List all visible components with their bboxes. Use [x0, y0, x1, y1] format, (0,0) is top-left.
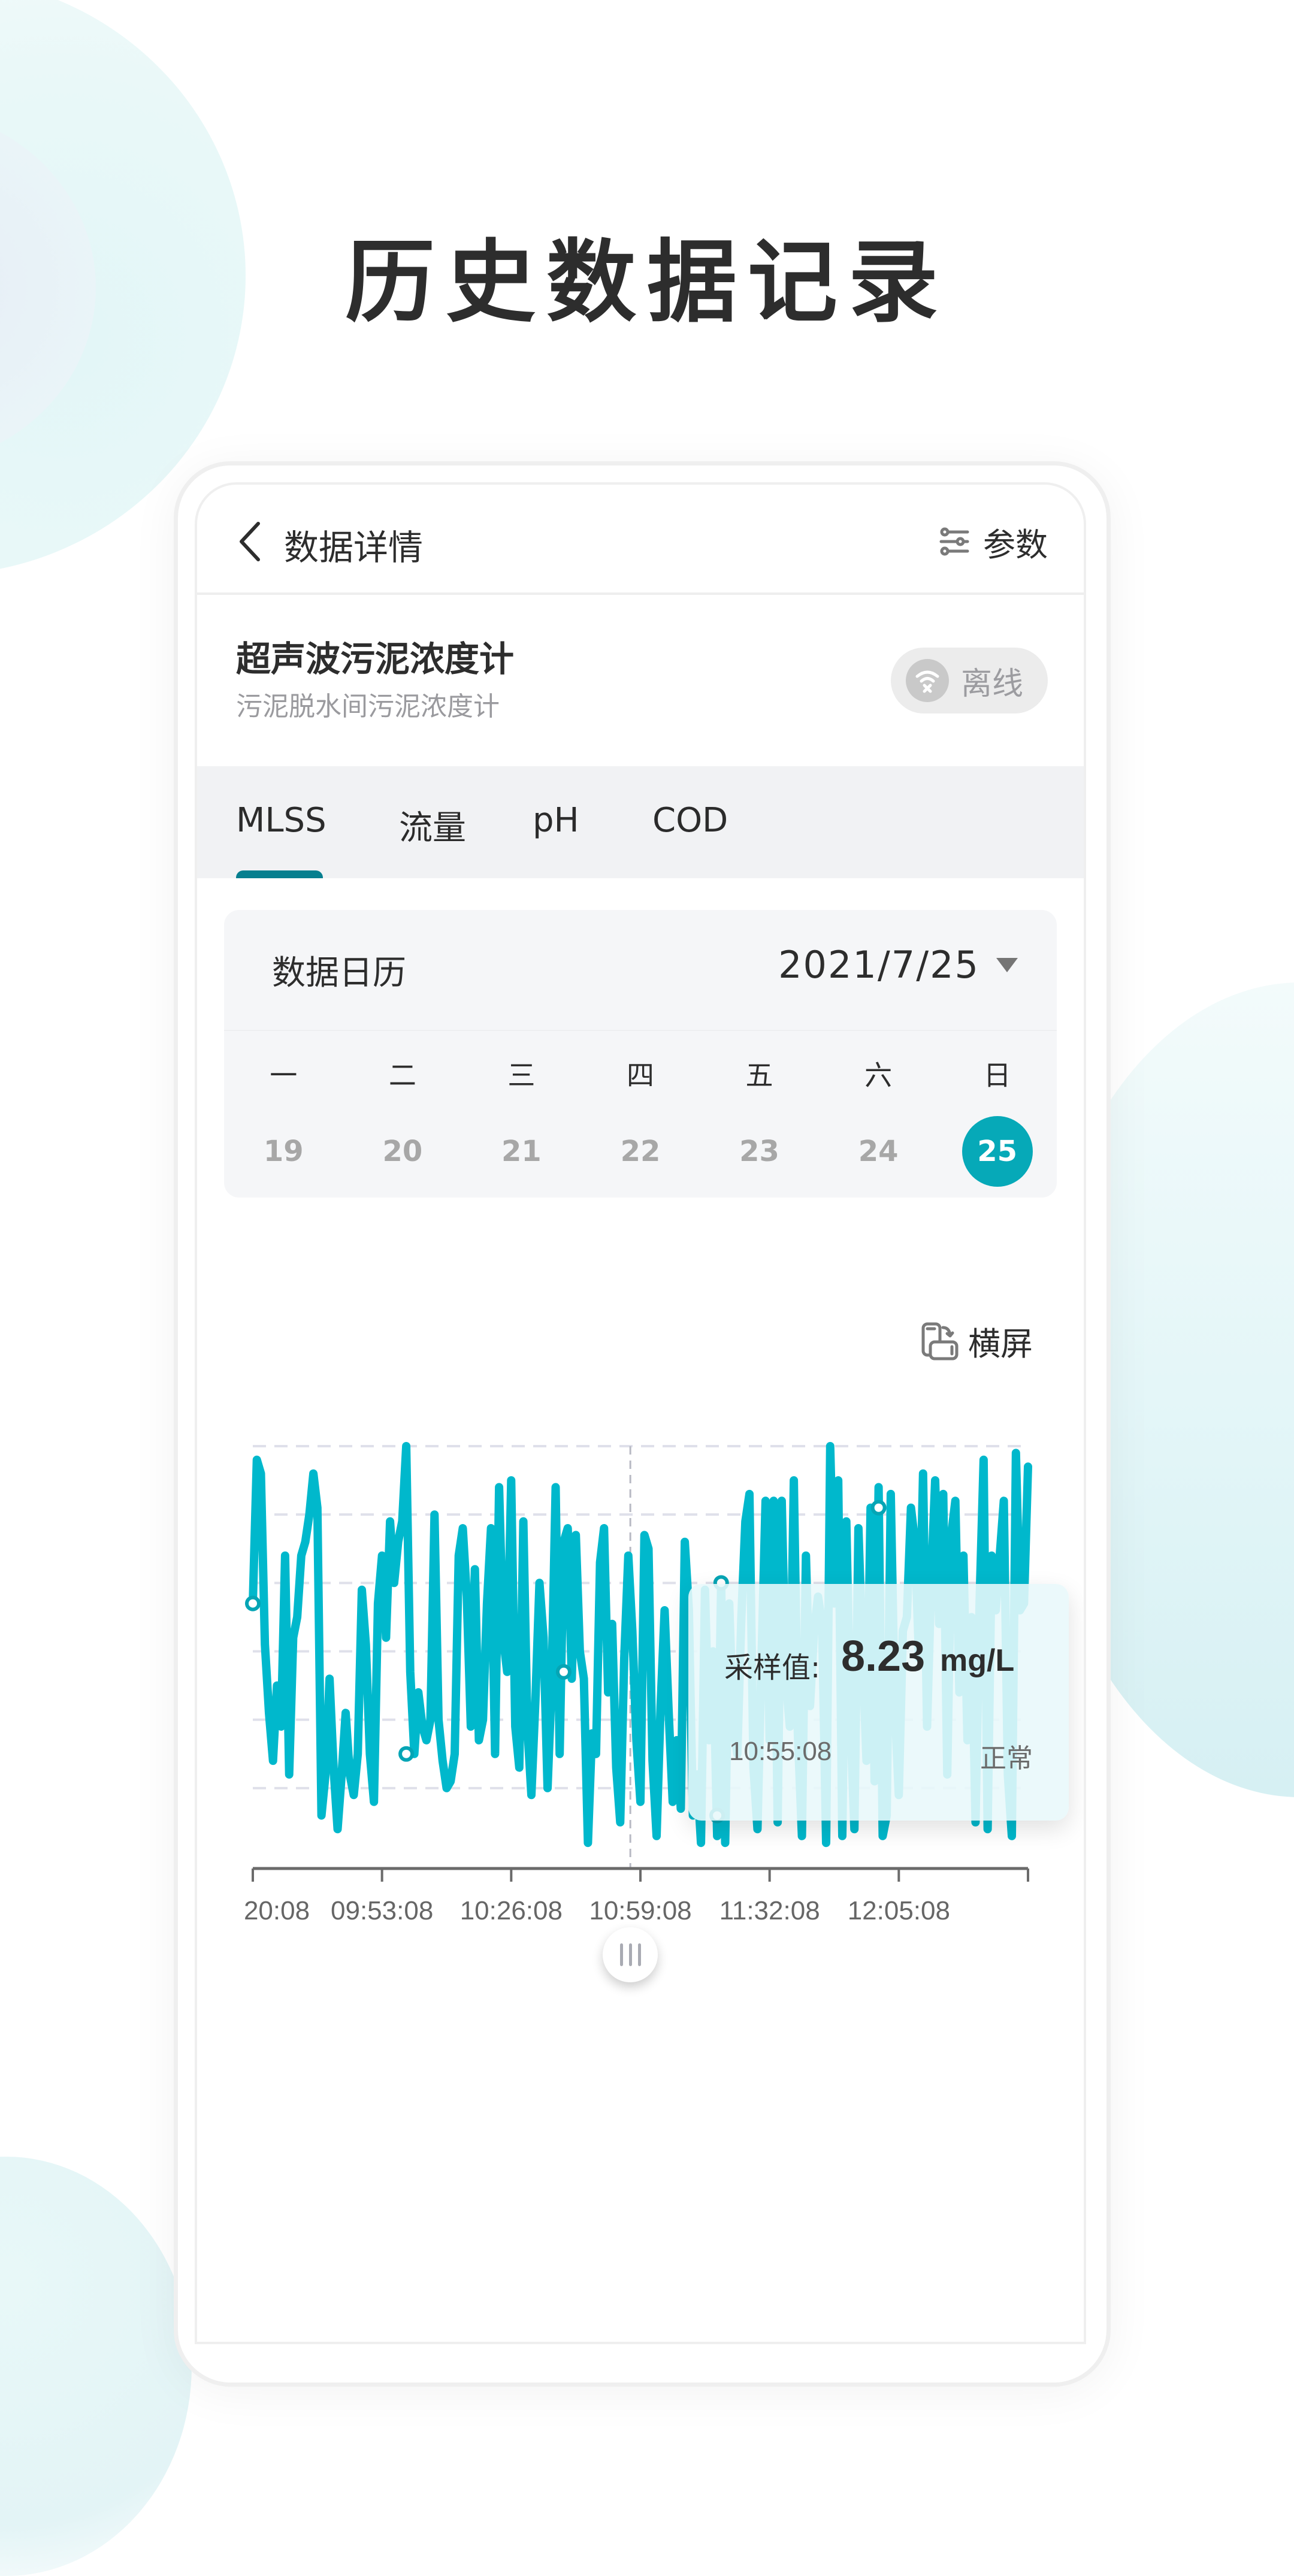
x-tick-label: 11:32:08	[719, 1896, 820, 1925]
grip-line	[619, 1943, 623, 1966]
data-point-marker	[398, 1746, 415, 1762]
x-tick-label: 09:53:08	[331, 1896, 433, 1925]
background-blob	[0, 2157, 192, 2576]
tooltip-time: 10:55:08	[729, 1737, 832, 1766]
tooltip-unit: mg/L	[940, 1643, 1015, 1678]
data-point-marker	[870, 1499, 887, 1516]
tooltip-value: 8.23	[841, 1632, 926, 1680]
chart-tooltip: 采样值: 8.23 mg/L 10:55:08 正常	[688, 1584, 1069, 1821]
tooltip-status: 正常	[980, 1743, 1033, 1774]
grip-line	[628, 1943, 632, 1966]
data-point-marker	[245, 1595, 261, 1611]
grip-line	[637, 1943, 641, 1966]
tooltip-label: 采样值:	[724, 1651, 821, 1685]
x-tick-label: 12:05:08	[848, 1896, 950, 1925]
x-tick-label: 10:26:08	[460, 1896, 563, 1925]
chart-scrub-handle[interactable]	[603, 1927, 658, 1982]
phone-screen: 数据详情 参数 超声波污泥浓度计 污泥脱水间污泥浓度计 离线 MLSS 流量 p…	[195, 482, 1086, 2344]
hero-title: 历史数据记录	[344, 231, 949, 335]
data-point-marker	[555, 1664, 572, 1680]
x-tick-label: 20:08	[244, 1896, 310, 1925]
x-tick-label: 10:59:08	[589, 1896, 691, 1925]
